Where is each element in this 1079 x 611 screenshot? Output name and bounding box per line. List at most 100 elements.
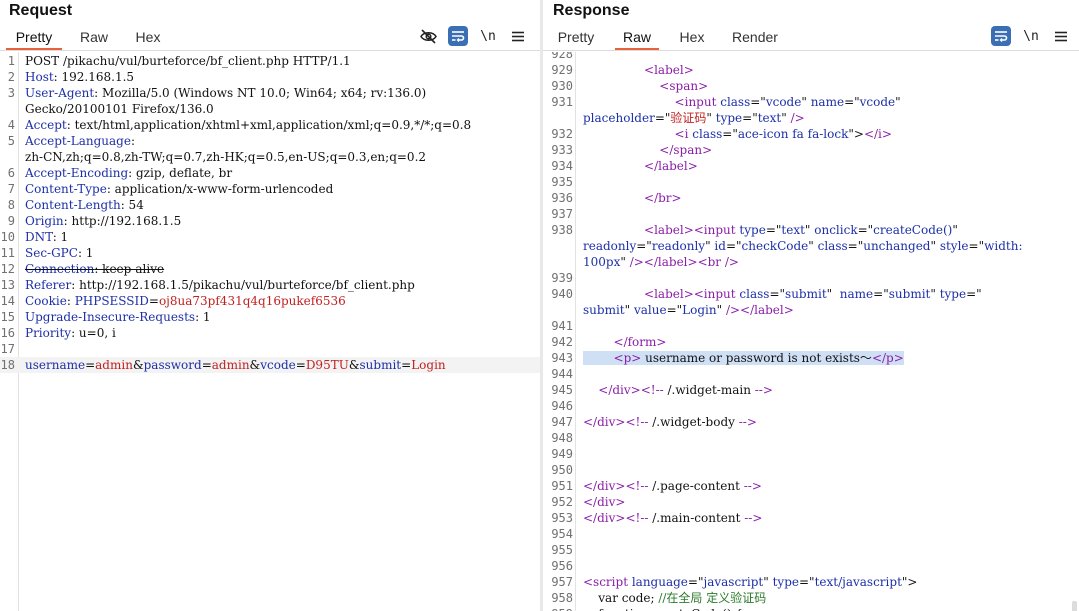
code-text: Connection: keep-alive	[25, 261, 528, 277]
code-token: Accept-Encoding	[25, 166, 129, 180]
code-token: submit	[785, 287, 827, 301]
code-line: 946	[543, 398, 1079, 414]
code-line: 945 </div><!-- /.widget-main -->	[543, 382, 1079, 398]
code-line: 17	[0, 341, 540, 357]
code-token: =	[201, 358, 212, 372]
code-line: 958 var code; //在全局 定义验证码	[543, 590, 1079, 606]
line-number	[543, 110, 573, 126]
code-line: 956	[543, 558, 1079, 574]
line-number: 947	[551, 415, 573, 429]
code-token: Cookie	[25, 294, 67, 308]
code-text: Content-Type: application/x-www-form-url…	[25, 181, 528, 197]
code-token: <i	[674, 127, 693, 141]
code-text: Upgrade-Insecure-Requests: 1	[25, 309, 528, 325]
code-token: zh-CN,zh;q=0.8,zh-TW;q=0.7,zh-HK;q=0.5,e…	[25, 150, 427, 164]
line-number: 6	[7, 166, 15, 180]
code-token: "	[930, 239, 940, 253]
code-text: <input class="vcode" name="vcode"	[583, 94, 1075, 110]
code-token: value	[633, 303, 667, 317]
request-tab-hex[interactable]: Hex	[126, 27, 170, 50]
code-token: ="	[636, 239, 652, 253]
code-token: PHPSESSID	[74, 294, 149, 308]
request-tab-raw[interactable]: Raw	[72, 27, 116, 50]
request-tab-pretty[interactable]: Pretty	[6, 27, 62, 50]
code-token: ="	[966, 287, 982, 301]
menu-icon[interactable]	[508, 26, 528, 46]
request-editor[interactable]: 1 POST /pikachu/vul/burteforce/bf_client.…	[0, 52, 540, 611]
code-token: "	[620, 255, 630, 269]
hide-eye-icon[interactable]	[418, 26, 438, 46]
newline-icon[interactable]: \n	[478, 26, 498, 46]
response-tab-pretty[interactable]: Pretty	[551, 27, 601, 50]
response-tab-hex[interactable]: Hex	[670, 27, 714, 50]
code-line: 928	[543, 52, 1079, 62]
line-number: 949	[551, 447, 573, 461]
line-number: 5	[7, 134, 15, 148]
code-line: 11 Sec-GPC: 1	[0, 245, 540, 261]
code-text: Accept-Encoding: gzip, deflate, br	[25, 165, 528, 181]
code-token: Host	[25, 70, 54, 84]
newline-icon[interactable]: \n	[1021, 26, 1041, 46]
line-number: 958	[551, 591, 573, 605]
code-token: : 192.168.1.5	[53, 70, 135, 84]
menu-icon[interactable]	[1051, 26, 1071, 46]
code-text: DNT: 1	[25, 229, 528, 245]
code-text: Priority: u=0, i	[25, 325, 528, 341]
code-line: 935	[543, 174, 1079, 190]
code-token: readonly	[583, 239, 637, 253]
line-number	[0, 149, 15, 165]
code-token: placeholder	[583, 111, 655, 125]
word-wrap-icon[interactable]	[991, 26, 1011, 46]
response-editor[interactable]: 928 929 <label> 930 <span> 931 <input class…	[543, 52, 1079, 611]
code-line: 939	[543, 270, 1079, 286]
code-line: 941	[543, 318, 1079, 334]
code-line: 950	[543, 462, 1079, 478]
code-line: 954	[543, 526, 1079, 542]
code-token: &	[132, 358, 144, 372]
code-token: <label><input	[644, 287, 740, 301]
code-token: DNT	[25, 230, 53, 244]
code-token: D95TU	[305, 358, 349, 372]
line-number: 928	[551, 52, 573, 61]
code-token: submit	[359, 358, 402, 372]
code-token: ="	[750, 95, 766, 109]
line-number: 946	[551, 399, 573, 413]
code-line: 957 <script language="javascript" type="t…	[543, 574, 1079, 590]
line-number: 955	[551, 543, 573, 557]
code-token: username or password is not exists～	[641, 351, 872, 365]
code-token: vcode	[260, 358, 296, 372]
line-number: 932	[551, 127, 573, 141]
code-line: zh-CN,zh;q=0.8,zh-TW;q=0.7,zh-HK;q=0.5,e…	[0, 149, 540, 165]
code-token: "	[781, 111, 791, 125]
word-wrap-icon[interactable]	[448, 26, 468, 46]
code-token: ="	[687, 575, 704, 589]
response-tab-render[interactable]: Render	[726, 27, 784, 50]
code-token: name	[839, 287, 874, 301]
code-token: "	[804, 223, 815, 237]
code-text: </div><!-- /.main-content -->	[583, 510, 1075, 526]
code-text: 100px" /></label><br />	[583, 254, 1075, 270]
code-token: : application/x-www-form-urlencoded	[106, 182, 334, 196]
code-token: -->	[744, 511, 763, 525]
code-token: ="	[857, 223, 874, 237]
line-number: 951	[551, 479, 573, 493]
code-token: id	[714, 239, 726, 253]
code-token: <span>	[659, 79, 709, 93]
code-token: </div><!--	[598, 383, 664, 397]
code-text: <label>	[583, 62, 1075, 78]
code-token: class	[817, 239, 848, 253]
code-token: Connection	[25, 262, 95, 276]
code-token: </i>	[863, 127, 892, 141]
response-tab-raw[interactable]: Raw	[615, 27, 659, 50]
line-number: 936	[551, 191, 573, 205]
code-line: 947 </div><!-- /.widget-body -->	[543, 414, 1079, 430]
code-token: type	[715, 111, 743, 125]
code-line: 15 Upgrade-Insecure-Requests: 1	[0, 309, 540, 325]
code-line: 933 </span>	[543, 142, 1079, 158]
code-token: onclick	[814, 223, 858, 237]
